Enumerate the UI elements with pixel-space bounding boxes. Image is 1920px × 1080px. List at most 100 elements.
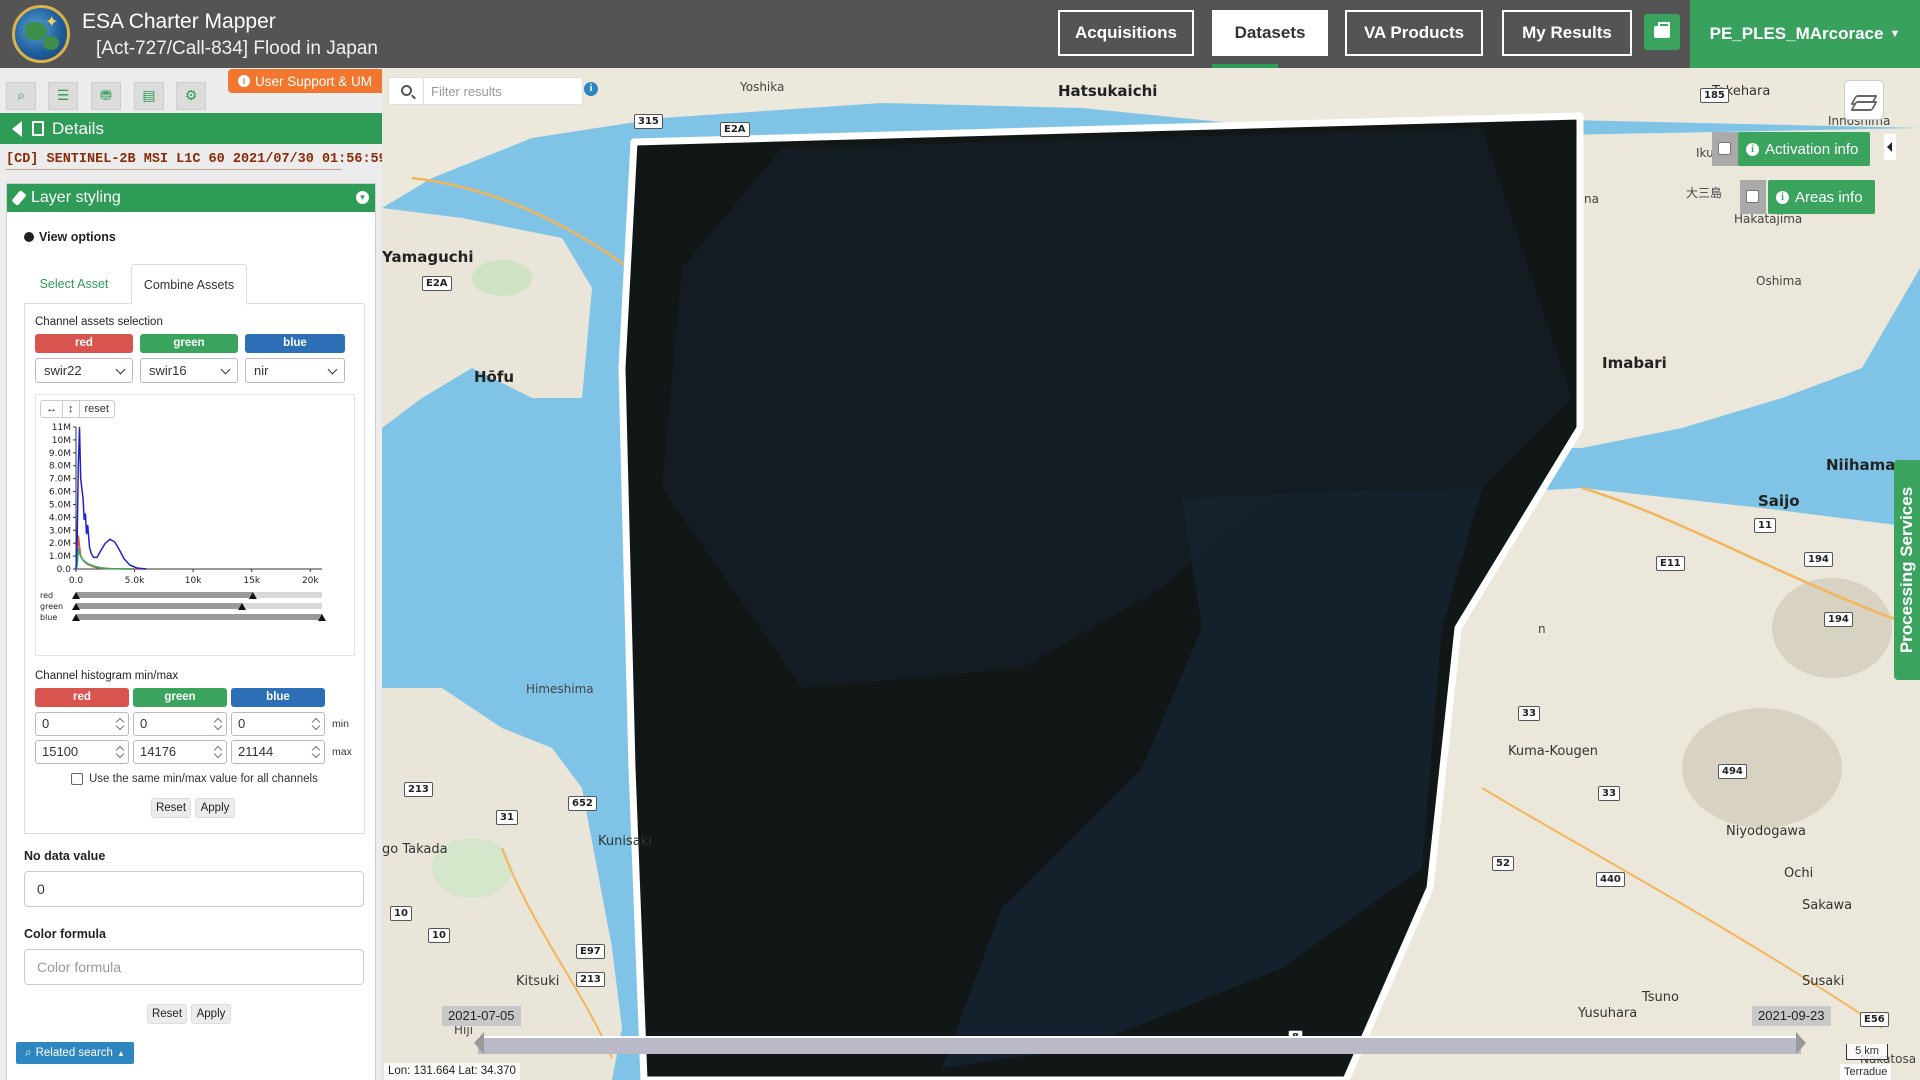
place-label: Niyodogawa [1726,824,1807,839]
road-shield: 194 [1804,552,1833,567]
areas-info-toggle[interactable] [1740,180,1766,214]
pan-y-button[interactable]: ↕ [63,401,80,417]
place-label: go Takada [382,842,448,857]
related-search-button[interactable]: ⌕ Related search ▲ [16,1042,134,1064]
tab-combine-assets[interactable]: Combine Assets [131,264,247,305]
place-label: Yoshika [740,80,785,94]
blue-min-input[interactable]: 0 [231,712,325,736]
nav-my-results[interactable]: My Results [1502,10,1632,56]
activation-info-toggle[interactable] [1712,132,1738,166]
timeline-bar[interactable] [478,1036,1801,1054]
gear-icon: ⚙ [184,88,198,104]
place-label: Imabari [1602,354,1667,372]
histogram-series-blue [75,426,147,570]
caret-down-icon: ▼ [1889,28,1901,40]
details-label: Details [52,118,104,138]
blue-max-input[interactable]: 21144 [231,740,325,764]
paintbrush-icon [11,190,27,206]
road-shield: 440 [1596,872,1625,887]
y-tick-label: 8.0M [49,462,71,472]
formula-apply-button[interactable]: Apply [191,1004,231,1024]
place-label: Sakawa [1802,898,1853,913]
user-support-link[interactable]: i User Support & UM [228,69,382,93]
search-tool-button[interactable]: ⌕ [6,82,36,110]
layer-styling-header[interactable]: Layer styling ▾ [7,184,375,212]
briefcase-icon [1654,22,1670,38]
archive-icon: ▤ [142,88,156,104]
nav-datasets[interactable]: Datasets [1212,10,1328,56]
nav-va-products[interactable]: VA Products [1345,10,1483,56]
filter-results-input[interactable]: Filter results [388,77,583,105]
map-view[interactable]: Yoshika Hatsukaichi Takehara Yamaguchi H… [382,68,1920,1080]
road-shield: E56 [1860,1012,1889,1027]
filter-info-icon[interactable]: i [584,82,598,96]
blue-asset-select[interactable]: nir [245,358,345,383]
color-formula-label: Color formula [24,927,106,941]
minmax-apply-button[interactable]: Apply [195,798,235,818]
pan-x-button[interactable]: ↔ [41,401,63,417]
road-shield: E11 [1656,556,1685,571]
y-tick-label: 11M [52,423,71,433]
road-shield: 652 [568,796,597,811]
y-tick-label: 1.0M [49,552,71,562]
red-min-input[interactable]: 0 [35,712,129,736]
user-support-label: User Support & UM [254,73,373,89]
layers-button[interactable] [1844,80,1884,120]
y-tick-label: 6.0M [49,488,71,498]
info-circle-icon: i [237,75,250,87]
user-name: PE_PLES_MArcorace [1709,24,1884,43]
histogram-box: ↔ ↕ reset 0.0 1.0M 2.0M 3.0M 4.0M 5.0M 6.0M 7.0… [35,394,355,656]
briefcase-button[interactable] [1644,14,1680,50]
collapse-chevron-icon[interactable]: ▾ [356,191,369,204]
minmax-reset-button[interactable]: Reset [151,798,191,818]
search-icon: ⌕ [25,1046,32,1059]
place-label: Tsuno [1642,990,1679,1005]
layer-styling-label: Layer styling [31,189,121,206]
same-minmax-checkbox[interactable] [71,773,83,785]
back-chevron-icon[interactable] [12,120,22,137]
nav-acquisitions[interactable]: Acquisitions [1058,10,1194,56]
archive-tool-button[interactable]: ▤ [134,82,164,110]
timeline-start-handle[interactable] [474,1032,484,1054]
road-shield: E2A [720,122,750,137]
activation-info-label: Activation info [1765,140,1859,158]
y-tick-label: 9.0M [49,449,71,459]
no-data-input[interactable]: 0 [24,871,364,907]
formula-reset-button[interactable]: Reset [147,1004,187,1024]
reset-zoom-button[interactable]: reset [80,401,114,417]
basket-tool-button[interactable]: ⛃ [91,82,121,110]
timeline-end-handle[interactable] [1796,1032,1806,1054]
document-icon [32,121,44,136]
user-menu[interactable]: PE_PLES_MArcorace ▼ [1690,0,1920,68]
red-max-input[interactable]: 15100 [35,740,129,764]
tab-select-asset[interactable]: Select Asset [24,264,124,304]
x-tick-label: 20k [302,576,319,586]
road-shield: 52 [1492,856,1514,871]
right-panel-toggle[interactable] [1884,134,1896,160]
esa-charter-logo[interactable]: ✦ [12,5,70,63]
areas-info-button[interactable]: i Areas info [1768,180,1875,214]
list-tool-button[interactable]: ☰ [48,82,78,110]
green-asset-select[interactable]: swir16 [140,358,238,383]
y-tick-label: 7.0M [49,475,71,485]
green-max-input[interactable]: 14176 [133,740,227,764]
activation-info-button[interactable]: i Activation info [1738,132,1871,166]
x-tick-label: 0.0 [69,576,84,586]
basemap [382,68,1920,1080]
processing-services-tab[interactable]: Processing Services [1894,460,1920,680]
color-formula-input[interactable]: Color formula [24,949,364,985]
settings-tool-button[interactable]: ⚙ [176,82,206,110]
place-label: Himeshima [526,682,594,696]
map-attribution[interactable]: Terradue [1840,1064,1892,1080]
activation-title: [Act-727/Call-834] Flood in Japan [96,38,378,59]
histogram-chart[interactable]: 0.0 1.0M 2.0M 3.0M 4.0M 5.0M 6.0M 7.0M 8.0M 9.0M 1… [36,417,354,657]
place-label: na [1584,192,1599,206]
details-bar[interactable]: Details [0,113,382,144]
areas-info-label: Areas info [1795,188,1863,206]
combine-assets-pane: Channel assets selection red green blue … [24,304,365,834]
red-asset-select[interactable]: swir22 [35,358,133,383]
place-label: Kunisaki [598,834,652,849]
histogram-minmax-label: Channel histogram min/max [35,670,179,682]
road-shield: 10 [428,928,450,943]
green-min-input[interactable]: 0 [133,712,227,736]
